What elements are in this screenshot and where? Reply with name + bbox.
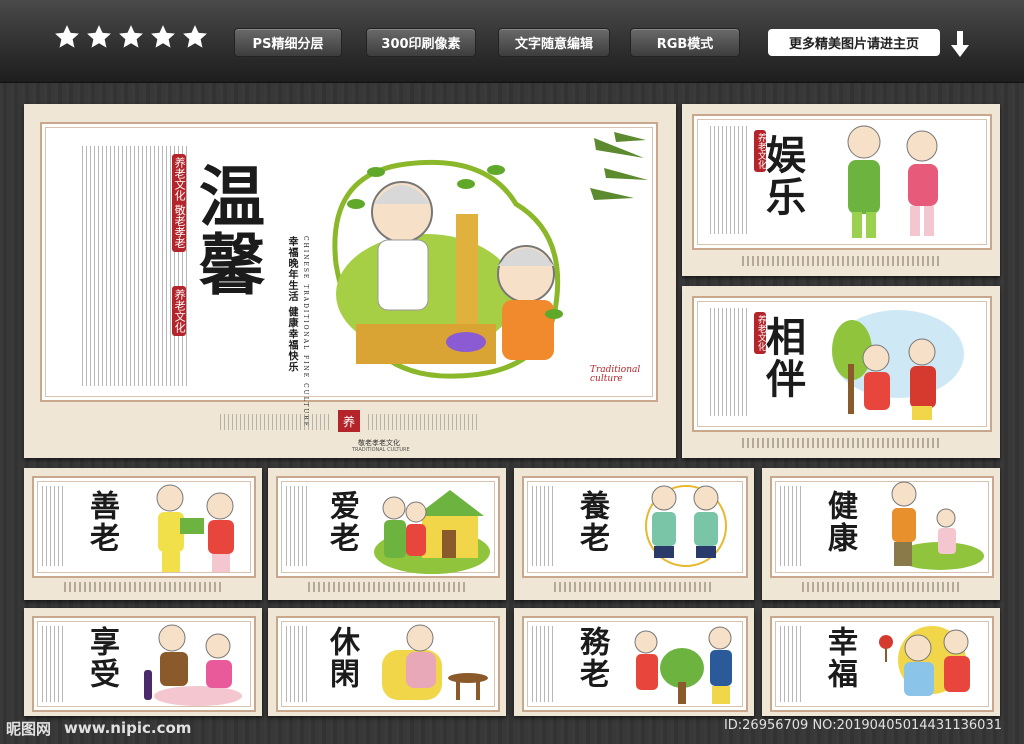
panel-text-block — [532, 626, 554, 702]
rating-stars — [54, 24, 208, 54]
panel-footer-pattern — [802, 582, 962, 592]
panel-title: 務老 — [574, 626, 609, 690]
panel-footer-pattern — [742, 438, 942, 448]
elderly-couple-illustration — [332, 159, 563, 379]
panel-text-block — [286, 626, 308, 702]
panel-card: 健康 — [762, 468, 1000, 600]
panel-title: 爱老 — [324, 490, 359, 554]
main-board: 养老文化 敬老孝老 养老文化 温馨 幸福晚年生活 健康幸福快乐 CHINESE … — [24, 104, 676, 458]
panel-card: 享受 — [24, 608, 262, 716]
panel-card: 养老文化 相伴 — [682, 286, 1000, 458]
main-slogan: 幸福晚年生活 健康幸福快乐 — [286, 236, 297, 373]
star-icon — [183, 25, 207, 48]
panel-title: 養老 — [574, 490, 609, 554]
watermark-url: www.nipic.com — [64, 719, 192, 737]
panel-title: 相伴 — [759, 316, 806, 400]
elderly-exercise-illustration — [847, 125, 938, 238]
main-title: 温馨 — [188, 162, 266, 298]
footer-english: TRADITIONAL CULTURE — [352, 447, 410, 453]
panel-title: 娱乐 — [759, 134, 806, 218]
feature-badge-layers: PS精细分层 — [234, 28, 342, 57]
elderly-gardening-illustration — [634, 626, 732, 704]
footer-text-right — [368, 414, 478, 430]
star-icon — [87, 25, 111, 48]
star-icon — [55, 25, 79, 48]
panel-text-block — [780, 486, 802, 566]
feature-badge-rgb: RGB模式 — [630, 28, 740, 57]
arrow-down-icon[interactable] — [949, 29, 971, 59]
panel-footer-pattern — [554, 582, 714, 592]
panel-text-block — [42, 486, 64, 566]
elderly-dinner-illustration — [144, 624, 242, 706]
elderly-house-illustration — [374, 490, 490, 574]
elderly-armchair-illustration — [382, 624, 488, 700]
star-icon — [151, 25, 175, 48]
panel-card: 幸福 — [762, 608, 1000, 716]
feature-badge-editable: 文字随意编辑 — [498, 28, 610, 57]
footer-text-left — [220, 414, 330, 430]
panel-text-block — [532, 486, 554, 566]
more-images-button[interactable]: 更多精美图片请进主页 — [768, 29, 940, 56]
watermark-id: ID:26956709 NO:20190405014431136031 — [723, 718, 1002, 733]
main-badge-top: 养老文化 敬老孝老 — [172, 154, 187, 252]
watermark-logo: 昵图网 — [6, 720, 52, 738]
panel-text-block — [42, 626, 64, 702]
panel-text-block — [710, 308, 750, 416]
top-toolbar: PS精细分层 300印刷像素 文字随意编辑 RGB模式 更多精美图片请进主页 — [0, 0, 1024, 83]
bamboo-icon — [590, 132, 648, 200]
feature-badge-dpi: 300印刷像素 — [366, 28, 476, 57]
main-badge-bottom: 养老文化 — [172, 286, 187, 336]
panel-card: 養老 — [514, 468, 754, 600]
panel-card: 善老 — [24, 468, 262, 600]
main-english-caption: CHINESE TRADITIONAL FINE CULTURE — [302, 236, 309, 429]
elderly-golf-illustration — [891, 481, 984, 570]
panel-card: 爱老 — [268, 468, 506, 600]
corner-label: Traditional culture — [590, 365, 641, 384]
panel-footer-pattern — [308, 582, 468, 592]
panel-text-block — [780, 626, 802, 702]
elderly-gift-illustration — [156, 484, 234, 572]
panel-title: 休閑 — [324, 626, 359, 690]
watermark-bar: 昵图网 www.nipic.com ID:26956709 NO:2019040… — [0, 710, 1024, 744]
seal-stamp: 养 — [338, 410, 360, 432]
elderly-dance-illustration — [645, 485, 727, 567]
panel-card: 務老 — [514, 608, 754, 716]
panel-title: 善老 — [84, 490, 119, 554]
panel-text-block — [286, 486, 308, 566]
panel-title: 享受 — [84, 626, 119, 690]
panel-card: 休閑 — [268, 608, 506, 716]
panel-title: 健康 — [822, 490, 857, 554]
panel-text-block — [710, 126, 750, 234]
panel-card: 养老文化 娱乐 — [682, 104, 1000, 276]
elderly-family-illustration — [879, 626, 970, 696]
panel-footer-pattern — [64, 582, 224, 592]
elderly-walk-illustration — [832, 310, 964, 420]
panel-footer-pattern — [742, 256, 942, 266]
star-icon — [119, 25, 143, 48]
panel-title: 幸福 — [822, 626, 857, 690]
